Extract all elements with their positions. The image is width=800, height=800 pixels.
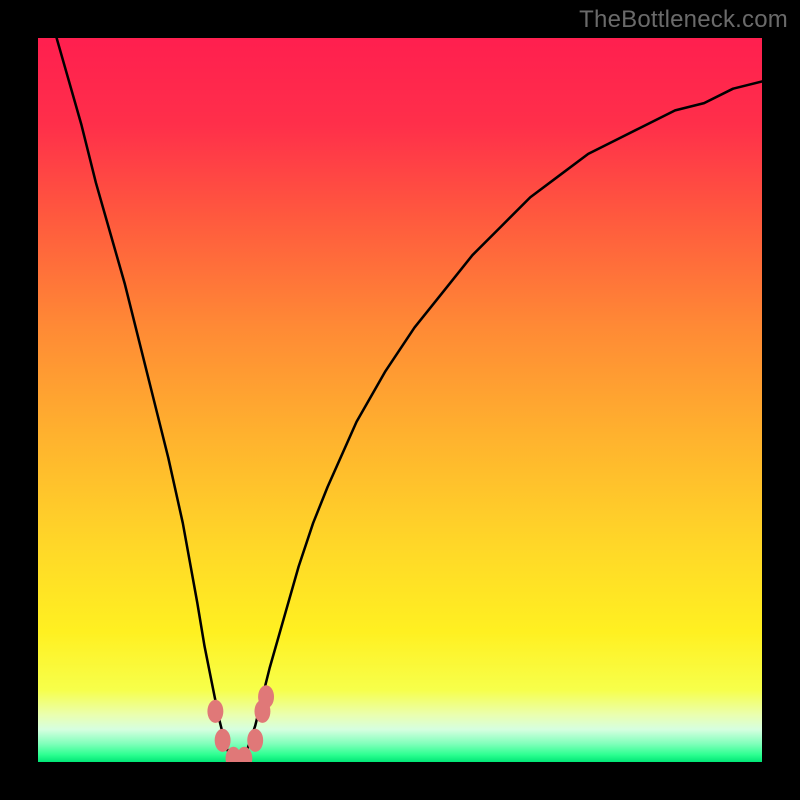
curve-marker xyxy=(247,729,263,752)
curve-marker xyxy=(215,729,231,752)
watermark-text: TheBottleneck.com xyxy=(579,6,788,34)
curve-marker xyxy=(207,700,223,723)
curve-markers xyxy=(207,685,274,762)
chart-frame: TheBottleneck.com xyxy=(0,0,800,800)
curve-marker xyxy=(258,685,274,708)
bottleneck-curve xyxy=(38,38,762,762)
curve-marker xyxy=(236,747,252,762)
curve-layer xyxy=(38,38,762,762)
plot-area xyxy=(38,38,762,762)
